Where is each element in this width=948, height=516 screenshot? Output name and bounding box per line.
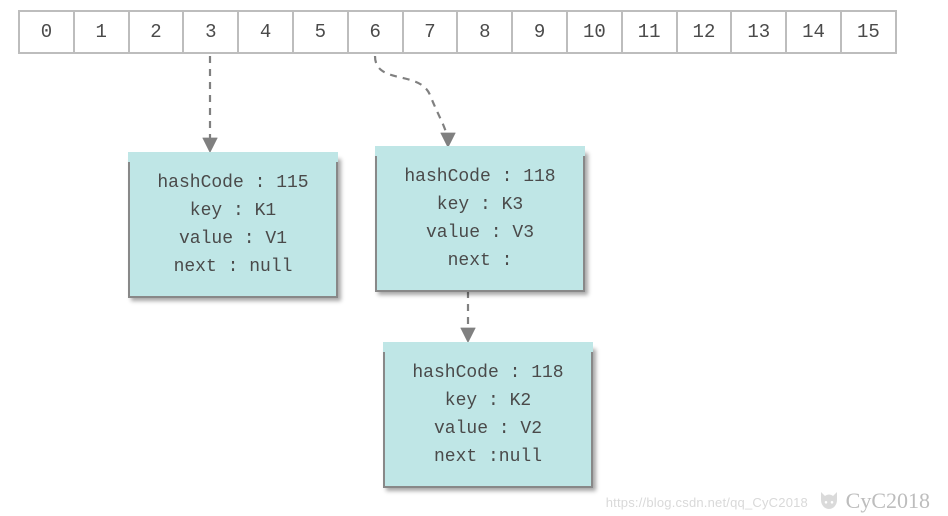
node-k1-value: value : V1 xyxy=(138,226,328,254)
node-k1: hashCode : 115 key : K1 value : V1 next … xyxy=(128,156,338,298)
watermark-signature-text: CyC2018 xyxy=(846,488,930,514)
node-k2-value: value : V2 xyxy=(393,416,583,444)
bucket-cell-5: 5 xyxy=(292,10,349,54)
bucket-cell-11: 11 xyxy=(621,10,678,54)
bucket-cell-6: 6 xyxy=(347,10,404,54)
bucket-cell-12: 12 xyxy=(676,10,733,54)
node-k3-value: value : V3 xyxy=(385,220,575,248)
node-k3-hashcode: hashCode : 118 xyxy=(385,164,575,192)
bucket-cell-9: 9 xyxy=(511,10,568,54)
bucket-cell-0: 0 xyxy=(18,10,75,54)
bucket-cell-8: 8 xyxy=(456,10,513,54)
bucket-cell-3: 3 xyxy=(182,10,239,54)
node-k2-next: next :null xyxy=(393,444,583,472)
bucket-cell-13: 13 xyxy=(730,10,787,54)
node-k3-next: next : xyxy=(385,248,575,276)
bucket-cell-1: 1 xyxy=(73,10,130,54)
cat-icon xyxy=(816,489,842,513)
node-k2-key: key : K2 xyxy=(393,388,583,416)
bucket-cell-10: 10 xyxy=(566,10,623,54)
node-k2: hashCode : 118 key : K2 value : V2 next … xyxy=(383,346,593,488)
node-k1-next: next : null xyxy=(138,254,328,282)
bucket-cell-2: 2 xyxy=(128,10,185,54)
hash-buckets-array: 0 1 2 3 4 5 6 7 8 9 10 11 12 13 14 15 xyxy=(18,10,897,54)
node-k3-key: key : K3 xyxy=(385,192,575,220)
watermark-signature: CyC2018 xyxy=(816,488,930,514)
arrow-bucket6-to-node2 xyxy=(375,56,448,145)
bucket-cell-14: 14 xyxy=(785,10,842,54)
bucket-cell-4: 4 xyxy=(237,10,294,54)
node-k1-key: key : K1 xyxy=(138,198,328,226)
bucket-cell-15: 15 xyxy=(840,10,897,54)
diagram-stage: 0 1 2 3 4 5 6 7 8 9 10 11 12 13 14 15 ha… xyxy=(0,0,948,516)
bucket-cell-7: 7 xyxy=(402,10,459,54)
node-k1-hashcode: hashCode : 115 xyxy=(138,170,328,198)
watermark-url: https://blog.csdn.net/qq_CyC2018 xyxy=(606,495,808,510)
node-k3: hashCode : 118 key : K3 value : V3 next … xyxy=(375,150,585,292)
node-k2-hashcode: hashCode : 118 xyxy=(393,360,583,388)
